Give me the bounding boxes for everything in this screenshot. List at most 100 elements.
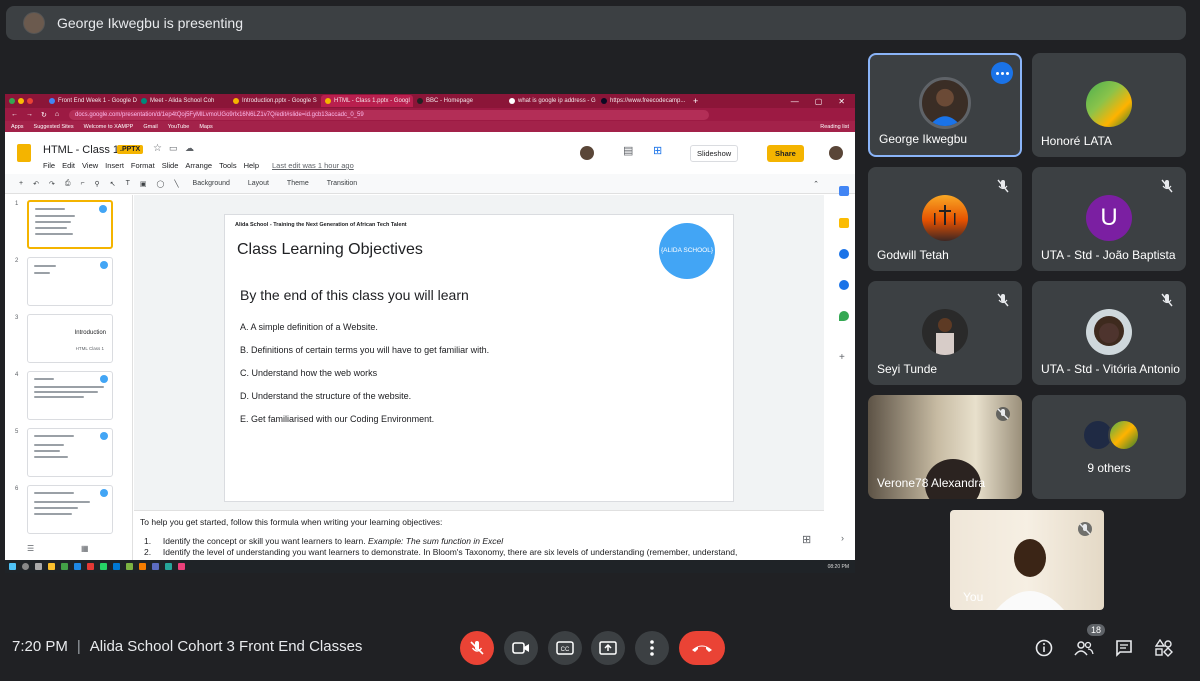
captions-button[interactable]: CC bbox=[548, 631, 582, 665]
vscode-icon[interactable] bbox=[113, 563, 120, 570]
slideshow-button[interactable]: Slideshow bbox=[690, 145, 739, 162]
menu-format[interactable]: Format bbox=[131, 161, 155, 170]
participant-tile-others[interactable]: 9 others bbox=[1032, 395, 1186, 499]
star-icon[interactable]: ☆ bbox=[153, 143, 162, 154]
share-button[interactable]: Share bbox=[767, 145, 804, 162]
camera-toggle-button[interactable] bbox=[504, 631, 538, 665]
whatsapp-icon[interactable] bbox=[100, 563, 107, 570]
theme-button[interactable]: Theme bbox=[283, 180, 313, 187]
browser-tab[interactable]: Meet - Alida School Coh bbox=[137, 95, 229, 107]
textbox-icon[interactable]: T bbox=[126, 180, 130, 187]
app-icon[interactable] bbox=[165, 563, 172, 570]
menu-slide[interactable]: Slide bbox=[162, 161, 179, 170]
contacts-icon[interactable] bbox=[839, 280, 849, 290]
edge-icon[interactable] bbox=[74, 563, 81, 570]
image-icon[interactable]: ▣ bbox=[140, 180, 147, 188]
expand-panel-icon[interactable]: › bbox=[841, 533, 844, 543]
explorer-icon[interactable] bbox=[48, 563, 55, 570]
bookmark-item[interactable]: Suggested Sites bbox=[34, 124, 74, 130]
bookmark-item[interactable]: YouTube bbox=[168, 124, 190, 130]
participant-tile-verone[interactable]: Verone78 Alexandra bbox=[868, 395, 1022, 499]
collaborator-avatar[interactable] bbox=[580, 146, 594, 160]
print-icon[interactable]: ⎙ bbox=[65, 180, 71, 188]
new-tab-icon[interactable]: + bbox=[689, 96, 698, 106]
menu-arrange[interactable]: Arrange bbox=[185, 161, 212, 170]
redo-icon[interactable]: ↷ bbox=[49, 180, 55, 188]
browser-tab-active[interactable]: HTML - Class 1.pptx - Googl bbox=[321, 95, 413, 107]
participant-tile-honore[interactable]: Honoré LATA bbox=[1032, 53, 1186, 157]
grid-view-icon[interactable]: ▦ bbox=[81, 544, 89, 553]
slide-thumbnail[interactable] bbox=[27, 428, 113, 477]
present-now-button[interactable] bbox=[591, 631, 625, 665]
menu-tools[interactable]: Tools bbox=[219, 161, 237, 170]
list-view-icon[interactable]: ☰ bbox=[27, 544, 34, 553]
app-icon[interactable] bbox=[139, 563, 146, 570]
bookmark-item[interactable]: Apps bbox=[11, 124, 24, 130]
forward-icon[interactable]: → bbox=[26, 111, 33, 119]
current-slide[interactable]: Alida School - Training the Next Generat… bbox=[224, 214, 734, 502]
transition-button[interactable]: Transition bbox=[323, 180, 361, 187]
comments-icon[interactable]: ▤ bbox=[623, 144, 633, 157]
meeting-info-button[interactable] bbox=[1033, 637, 1055, 659]
app-icon[interactable] bbox=[178, 563, 185, 570]
slides-logo-icon[interactable] bbox=[17, 144, 31, 162]
present-options-icon[interactable]: ⊞ bbox=[653, 144, 662, 157]
chrome-icon[interactable] bbox=[61, 563, 68, 570]
search-icon[interactable] bbox=[22, 563, 29, 570]
browser-tab[interactable]: Introduction.pptx - Google S bbox=[229, 95, 321, 107]
layout-button[interactable]: Layout bbox=[244, 180, 273, 187]
app-icon[interactable] bbox=[87, 563, 94, 570]
minimize-icon[interactable]: — bbox=[791, 97, 799, 106]
menu-insert[interactable]: Insert bbox=[105, 161, 124, 170]
slide-thumbnail[interactable] bbox=[27, 200, 113, 249]
shape-icon[interactable]: ◯ bbox=[156, 180, 164, 188]
browser-tab[interactable]: BBC - Homepage bbox=[413, 95, 505, 107]
calendar-icon[interactable] bbox=[839, 186, 849, 196]
activities-button[interactable] bbox=[1153, 637, 1175, 659]
slide-thumbnail[interactable] bbox=[27, 257, 113, 306]
maximize-icon[interactable]: ▢ bbox=[815, 97, 823, 106]
background-button[interactable]: Background bbox=[189, 180, 234, 187]
account-avatar[interactable] bbox=[829, 146, 843, 160]
menu-file[interactable]: File bbox=[43, 161, 55, 170]
microphone-toggle-button[interactable] bbox=[460, 631, 494, 665]
browser-tab[interactable]: what is google ip address - G bbox=[505, 95, 597, 107]
meeting-title[interactable]: Alida School Cohort 3 Front End Classes bbox=[90, 638, 363, 655]
more-options-button[interactable] bbox=[635, 631, 669, 665]
select-icon[interactable]: ↖ bbox=[110, 180, 116, 188]
maps-icon[interactable] bbox=[839, 311, 849, 321]
app-icon[interactable] bbox=[152, 563, 159, 570]
new-slide-icon[interactable]: + bbox=[19, 180, 23, 187]
participants-button[interactable] bbox=[1073, 637, 1095, 659]
chat-button[interactable] bbox=[1113, 637, 1135, 659]
add-addon-icon[interactable]: + bbox=[839, 352, 845, 363]
self-view-tile[interactable]: You bbox=[950, 510, 1104, 610]
reading-list[interactable]: Reading list bbox=[820, 124, 855, 130]
bookmark-item[interactable]: Maps bbox=[199, 124, 212, 130]
bookmark-item[interactable]: Welcome to XAMPP bbox=[84, 124, 134, 130]
slide-thumbnail[interactable] bbox=[27, 371, 113, 420]
participant-tile-vitoria[interactable]: UTA - Std - Vitória Antonio bbox=[1032, 281, 1186, 385]
participant-tile-george[interactable]: George Ikwegbu bbox=[868, 53, 1022, 157]
menu-help[interactable]: Help bbox=[244, 161, 259, 170]
menu-view[interactable]: View bbox=[82, 161, 98, 170]
browser-tab[interactable]: https://www.freecodecamp... bbox=[597, 95, 689, 107]
task-view-icon[interactable] bbox=[35, 563, 42, 570]
start-icon[interactable] bbox=[9, 563, 16, 570]
slide-thumbnail[interactable] bbox=[27, 485, 113, 534]
close-window-icon[interactable]: ✕ bbox=[838, 97, 845, 106]
zoom-icon[interactable]: ⚲ bbox=[95, 180, 100, 188]
home-icon[interactable]: ⌂ bbox=[55, 111, 59, 119]
app-icon[interactable] bbox=[126, 563, 133, 570]
keep-icon[interactable] bbox=[839, 218, 849, 228]
bookmark-item[interactable]: Gmail bbox=[143, 124, 157, 130]
leave-call-button[interactable] bbox=[679, 631, 725, 665]
participant-tile-joao[interactable]: U UTA - Std - João Baptista bbox=[1032, 167, 1186, 271]
address-bar[interactable]: docs.google.com/presentation/d/1ep4tQoj5… bbox=[69, 109, 709, 120]
line-icon[interactable]: ╲ bbox=[174, 180, 178, 188]
tasks-icon[interactable] bbox=[839, 249, 849, 259]
back-icon[interactable]: ← bbox=[11, 111, 18, 119]
browser-tab[interactable]: Front End Week 1 - Google D bbox=[45, 95, 137, 107]
folder-icon[interactable]: ▭ bbox=[169, 143, 178, 154]
reload-icon[interactable]: ↻ bbox=[41, 111, 47, 119]
